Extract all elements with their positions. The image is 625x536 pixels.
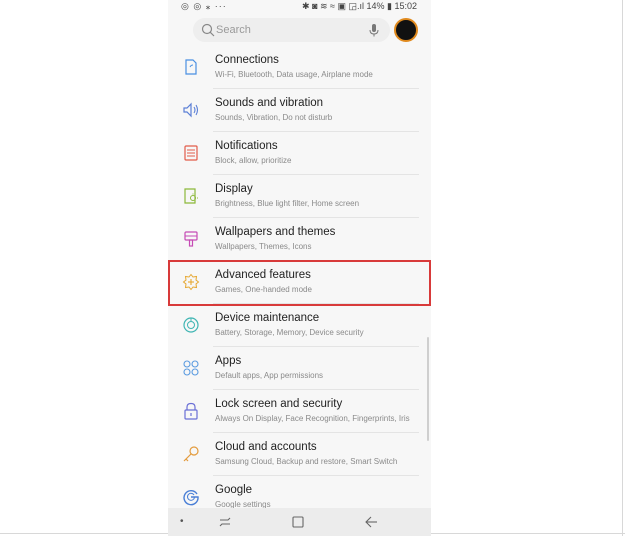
- settings-item-subtitle: Default apps, App permissions: [215, 371, 324, 380]
- settings-item-subtitle: Battery, Storage, Memory, Device securit…: [215, 328, 364, 337]
- settings-item-device-maintenance[interactable]: Device maintenance Battery, Storage, Mem…: [168, 304, 431, 347]
- google-icon: [183, 489, 199, 506]
- avatar[interactable]: [394, 18, 418, 42]
- status-left-icons: ◎ ◎ ⁎ ···: [181, 1, 227, 11]
- settings-item-title: Lock screen and security: [215, 398, 343, 410]
- settings-item-apps[interactable]: Apps Default apps, App permissions: [168, 347, 431, 390]
- settings-item-title: Connections: [215, 54, 279, 66]
- home-icon[interactable]: [291, 515, 305, 529]
- settings-item-lock-screen[interactable]: Lock screen and security Always On Displ…: [168, 390, 431, 433]
- key-icon: [183, 446, 199, 462]
- settings-item-subtitle: Samsung Cloud, Backup and restore, Smart…: [215, 457, 398, 466]
- settings-item-sounds[interactable]: Sounds and vibration Sounds, Vibration, …: [168, 89, 431, 132]
- status-bar: ◎ ◎ ⁎ ··· ✱ ◙ ≋ ≈ ▣ ◲.ıl 14% ▮ 15:02: [168, 0, 431, 14]
- lock-icon: [184, 402, 198, 420]
- settings-item-subtitle: Wallpapers, Themes, Icons: [215, 242, 312, 251]
- search-placeholder: Search: [216, 24, 251, 36]
- settings-item-title: Notifications: [215, 140, 278, 152]
- settings-item-notifications[interactable]: Notifications Block, allow, prioritize: [168, 132, 431, 175]
- settings-item-title: Wallpapers and themes: [215, 226, 336, 238]
- nav-dot: •: [180, 516, 184, 527]
- scrollbar[interactable]: [427, 337, 429, 441]
- status-right-info: ✱ ◙ ≋ ≈ ▣ ◲.ıl 14% ▮ 15:02: [302, 1, 417, 11]
- settings-item-title: Google: [215, 484, 253, 496]
- settings-item-title: Apps: [215, 355, 242, 367]
- page-border-right: [622, 0, 623, 536]
- mic-icon[interactable]: [368, 23, 380, 37]
- settings-item-display[interactable]: Display Brightness, Blue light filter, H…: [168, 175, 431, 218]
- settings-item-title: Device maintenance: [215, 312, 320, 324]
- back-icon[interactable]: [364, 515, 378, 529]
- device-maintenance-icon: [183, 317, 199, 333]
- settings-item-title: Sounds and vibration: [215, 97, 324, 109]
- settings-item-subtitle: Always On Display, Face Recognition, Fin…: [215, 414, 410, 423]
- apps-icon: [183, 360, 199, 376]
- search-input[interactable]: Search: [193, 18, 390, 42]
- settings-item-connections[interactable]: Connections Wi-Fi, Bluetooth, Data usage…: [168, 46, 431, 89]
- settings-item-subtitle: Block, allow, prioritize: [215, 156, 292, 165]
- display-icon: [184, 188, 198, 204]
- settings-item-cloud-accounts[interactable]: Cloud and accounts Samsung Cloud, Backup…: [168, 433, 431, 476]
- settings-item-subtitle: Brightness, Blue light filter, Home scre…: [215, 199, 360, 208]
- settings-item-wallpapers[interactable]: Wallpapers and themes Wallpapers, Themes…: [168, 218, 431, 261]
- navigation-bar: •: [168, 508, 431, 536]
- settings-item-subtitle: Wi-Fi, Bluetooth, Data usage, Airplane m…: [215, 70, 373, 79]
- connections-icon: [185, 59, 197, 75]
- settings-item-title: Cloud and accounts: [215, 441, 317, 453]
- sound-icon: [183, 102, 199, 118]
- notifications-icon: [184, 145, 198, 161]
- settings-item-subtitle: Sounds, Vibration, Do not disturb: [215, 113, 333, 122]
- search-icon: [201, 23, 215, 37]
- wallpaper-icon: [184, 231, 198, 247]
- recents-icon[interactable]: [218, 515, 232, 529]
- highlight-box: [168, 260, 431, 306]
- search-row: Search: [168, 14, 431, 46]
- settings-item-title: Display: [215, 183, 253, 195]
